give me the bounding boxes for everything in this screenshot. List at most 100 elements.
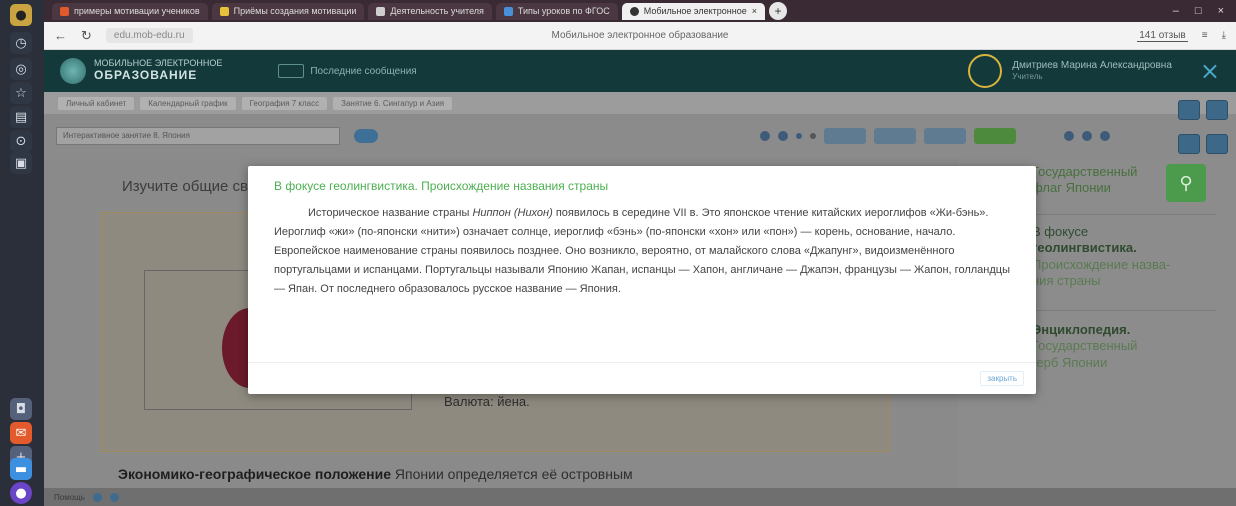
circle-icon[interactable]	[1082, 131, 1092, 141]
status-icon[interactable]	[92, 492, 102, 502]
user-info[interactable]: Дмитриев Марина Александровна Учитель	[1012, 60, 1172, 82]
download-icon[interactable]: ⤓	[1222, 30, 1226, 41]
lesson-select[interactable]: Интерактивное занятие 8. Япония	[56, 127, 340, 145]
panel-item-title: геолингвистика.	[1032, 240, 1137, 256]
minimize-icon[interactable]: –	[1173, 5, 1179, 17]
tab-label: Деятельность учителя	[390, 6, 484, 16]
menu-icon[interactable]: ≡	[1202, 30, 1208, 41]
app-icon[interactable]: ●	[10, 482, 32, 504]
window-controls: – □ ×	[1173, 5, 1236, 17]
favorite-icon[interactable]: ◎	[10, 58, 32, 80]
view-mode-button[interactable]	[924, 128, 966, 144]
panel-item-sub: ния страны	[1032, 272, 1101, 288]
maximize-icon[interactable]: □	[1195, 5, 1202, 17]
breadcrumb-item[interactable]: Занятие 6. Сингапур и Азия	[333, 96, 453, 110]
content-paragraph: Экономико-географическое положение Япони…	[118, 466, 633, 482]
os-taskbar: ● ◷ ◎ ☆ ▤ ⊙ ▣ ◘ ✉ + ▬ ●	[0, 0, 44, 506]
logo-big-text: ОБРАЗОВАНИЕ	[94, 68, 198, 83]
avatar[interactable]	[968, 54, 1003, 88]
tab-favicon-icon	[629, 6, 639, 16]
currency-text: Валюта: йена.	[444, 394, 530, 409]
tab-label: примеры мотивации учеников	[74, 6, 200, 16]
browser-tabbar: примеры мотивации учеников Приёмы создан…	[44, 0, 1236, 22]
layout-icon[interactable]	[1178, 100, 1200, 120]
panel-item-title: В фокусе	[1032, 224, 1089, 239]
collections-icon[interactable]: ▤	[10, 106, 32, 128]
lesson-toolbar: Интерактивное занятие 8. Япония	[44, 114, 1236, 158]
user-role: Учитель	[1012, 72, 1043, 82]
last-messages-button[interactable]: Последние сообщения	[278, 64, 417, 78]
breadcrumb-item[interactable]: География 7 класс	[241, 96, 328, 110]
close-modal-button[interactable]: закрыть	[980, 371, 1024, 386]
panel-item-flag[interactable]: Государственный флаг Японии	[1032, 164, 1137, 197]
breadcrumb: Личный кабинет Календарный график Геогра…	[44, 92, 1236, 114]
help-label[interactable]: Помощь	[54, 493, 85, 502]
browser-tab[interactable]: Типы уроков по ФГОС	[495, 2, 618, 20]
history-icon[interactable]: ◷	[10, 32, 32, 54]
edit-icon[interactable]	[810, 133, 816, 139]
modal-divider	[248, 362, 1036, 363]
messenger-icon[interactable]: ◘	[10, 398, 32, 420]
eye-alt-icon[interactable]	[778, 131, 788, 141]
info-modal: В фокусе геолингвистика. Происхождение н…	[248, 166, 1036, 394]
circle-icon[interactable]	[1100, 131, 1110, 141]
close-icon[interactable]: ×	[1200, 57, 1220, 85]
browser-tab-active[interactable]: Мобильное электронное ×	[621, 2, 765, 20]
modal-title: В фокусе геолингвистика. Происхождение н…	[274, 179, 609, 193]
app-header: МОБИЛЬНОЕ ЭЛЕКТРОННОЕ ОБРАЗОВАНИЕ Послед…	[44, 50, 1236, 92]
view-mode-button[interactable]	[824, 128, 866, 144]
panel-item-sub: герб Японии	[1032, 354, 1108, 370]
status-bar: Помощь	[44, 488, 1236, 506]
address-bar: ← ↻ edu.mob-edu.ru Мобильное электронное…	[44, 22, 1236, 50]
browser-tab[interactable]: Приёмы создания мотивации	[211, 2, 365, 20]
panel-item-encyclopedia[interactable]: Энциклопедия. Государственный герб Япони…	[1032, 322, 1137, 371]
breadcrumb-item[interactable]: Календарный график	[140, 96, 236, 110]
modal-paragraph: Историческое название страны Ниппон (Них…	[274, 204, 1014, 299]
browser-tab[interactable]: примеры мотивации учеников	[52, 2, 208, 20]
panel-item-title: Энциклопедия.	[1032, 322, 1131, 337]
browser-tab[interactable]: Деятельность учителя	[368, 2, 492, 20]
view-mode-active-button[interactable]	[974, 128, 1016, 144]
view-mode-button[interactable]	[874, 128, 916, 144]
mail-icon[interactable]: ✉	[10, 422, 32, 444]
layout-icon[interactable]	[1178, 134, 1200, 154]
panel-item-line: Государственный	[1032, 164, 1138, 179]
panel-item-geolinguistics[interactable]: В фокусе геолингвистика. Происхождение н…	[1032, 224, 1170, 289]
circle-icon[interactable]	[1064, 131, 1074, 141]
back-icon[interactable]: ←	[54, 28, 67, 43]
tab-favicon-icon	[376, 6, 386, 16]
close-window-icon[interactable]: ×	[1218, 5, 1224, 17]
reviews-link[interactable]: 141 отзыв	[1137, 30, 1188, 42]
divider	[1032, 214, 1216, 215]
chat-icon[interactable]: ▬	[10, 458, 32, 480]
panel-item-sub: Государственный	[1032, 338, 1138, 354]
layout-icon[interactable]	[1206, 100, 1228, 120]
tab-label: Мобильное электронное	[643, 6, 747, 16]
last-messages-label: Последние сообщения	[310, 65, 417, 77]
url-field[interactable]: edu.mob-edu.ru	[105, 28, 193, 43]
user-area: Дмитриев Марина Александровна Учитель ×	[968, 54, 1220, 88]
breadcrumb-item[interactable]: Личный кабинет	[58, 96, 135, 110]
logo-small-text: МОБИЛЬНОЕ ЭЛЕКТРОННОЕ	[94, 58, 223, 69]
downloads-icon[interactable]: ▣	[10, 152, 32, 174]
search-icon[interactable]: ⚲	[1166, 164, 1206, 202]
reload-icon[interactable]: ↻	[81, 28, 92, 44]
user-name: Дмитриев Марина Александровна	[1012, 60, 1172, 72]
select-confirm-button[interactable]	[354, 129, 378, 143]
tab-favicon-icon	[219, 6, 229, 16]
profile-icon[interactable]: ●	[10, 4, 32, 26]
settings-icon[interactable]: ⊙	[10, 130, 32, 152]
panel-item-line: флаг Японии	[1032, 180, 1111, 196]
logo-text[interactable]: МОБИЛЬНОЕ ЭЛЕКТРОННОЕ ОБРАЗОВАНИЕ	[94, 58, 223, 83]
panel-toggle-icons	[1178, 100, 1228, 154]
dot-icon[interactable]	[796, 133, 802, 139]
layout-icon[interactable]	[1206, 134, 1228, 154]
tab-close-icon[interactable]: ×	[752, 6, 757, 16]
eye-icon[interactable]	[760, 131, 770, 141]
star-icon[interactable]: ☆	[10, 82, 32, 104]
status-icon[interactable]	[109, 492, 119, 502]
toolbar-icons	[760, 128, 1126, 144]
panel-item-sub: Происхождение назва-	[1032, 256, 1171, 272]
new-tab-button[interactable]: +	[768, 2, 787, 20]
logo-icon[interactable]	[60, 58, 86, 84]
